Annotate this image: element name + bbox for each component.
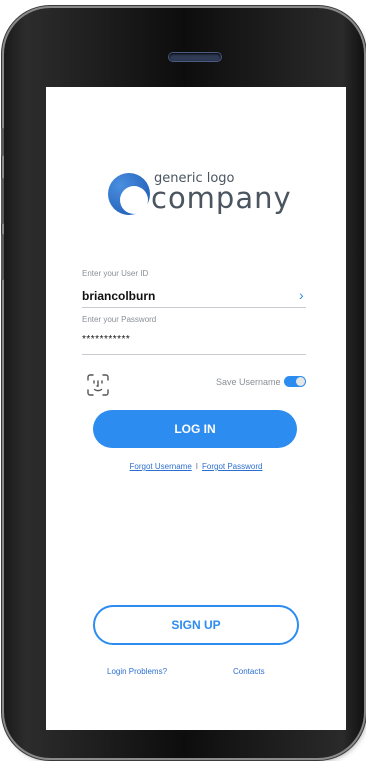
face-id-icon[interactable] <box>86 373 110 397</box>
chevron-right-icon[interactable]: › <box>299 287 304 303</box>
login-button[interactable]: LOG IN <box>93 410 297 448</box>
password-underline <box>82 354 306 355</box>
forgot-links: Forgot Username I Forgot Password <box>46 462 346 471</box>
user-id-underline <box>82 307 306 308</box>
forgot-password-link[interactable]: Forgot Password <box>202 462 262 471</box>
logo-mark-icon <box>108 173 150 215</box>
link-separator: I <box>195 462 198 471</box>
forgot-username-link[interactable]: Forgot Username <box>130 462 192 471</box>
user-id-label: Enter your User ID <box>82 269 149 278</box>
earpiece-speaker <box>169 53 221 61</box>
contacts-link[interactable]: Contacts <box>233 667 265 676</box>
save-username-toggle[interactable] <box>284 376 306 387</box>
signup-button[interactable]: SIGN UP <box>93 605 299 645</box>
volume-up-button <box>1 178 4 224</box>
password-label: Enter your Password <box>82 315 157 324</box>
company-logo: generic logo company <box>108 171 291 219</box>
phone-frame: generic logo company Enter your User ID … <box>1 8 364 758</box>
password-field[interactable]: *********** <box>82 334 130 345</box>
volume-down-button <box>1 234 4 280</box>
mute-switch <box>1 128 4 156</box>
save-username-label: Save Username <box>216 377 281 387</box>
logo-wordmark: company <box>151 181 292 215</box>
login-screen: generic logo company Enter your User ID … <box>46 87 346 730</box>
user-id-field[interactable]: briancolburn <box>82 289 155 303</box>
login-problems-link[interactable]: Login Problems? <box>107 667 167 676</box>
